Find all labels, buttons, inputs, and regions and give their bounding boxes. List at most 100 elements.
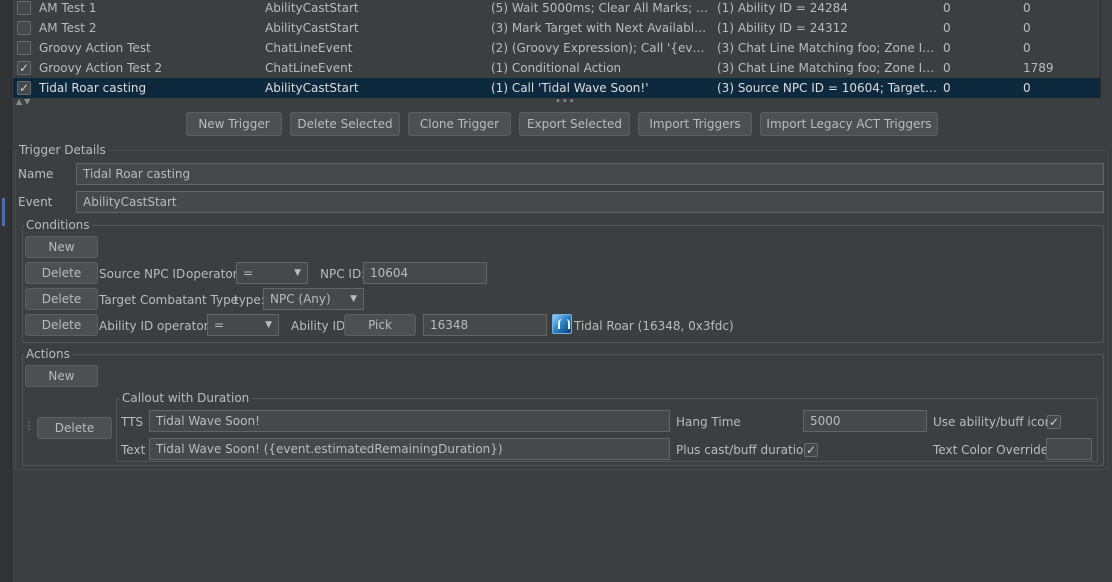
new-trigger-button[interactable]: New Trigger [186,112,282,136]
actions-title: Actions [24,347,72,361]
text-color-label: Text Color Override [933,443,1049,457]
type-label: type: [234,293,265,307]
condition-delete-button[interactable]: Delete [25,288,98,310]
name-field[interactable]: Tidal Roar casting [76,163,1104,185]
table-cell-name: AM Test 2 [39,21,97,35]
operator-select[interactable]: = ▼ [207,314,279,336]
operator-value: = [214,318,225,332]
event-field[interactable]: AbilityCastStart [76,191,1104,213]
condition-source-npc-title: Source NPC ID [99,267,186,281]
text-label: Text [121,443,146,457]
table-cell-event: AbilityCastStart [265,21,359,35]
trigger-table: AM Test 1 AbilityCastStart (5) Wait 5000ms… [13,0,1100,98]
tts-label: TTS [121,415,144,429]
text-color-field[interactable] [1046,438,1092,460]
table-cell-c1: 0 [943,1,951,15]
action-new-button[interactable]: New [25,365,98,387]
table-cell-event: AbilityCastStart [265,1,359,15]
delete-selected-button[interactable]: Delete Selected [290,112,400,136]
table-cell-conditions: (1) Ability ID = 24312 [717,21,848,35]
use-icon-label: Use ability/buff icon [933,415,1053,429]
table-cell-c1: 0 [943,21,951,35]
table-cell-conditions: (3) Source NPC ID = 10604; Target Com... [717,81,937,95]
chevron-down-icon: ▼ [265,320,272,330]
table-cell-actions: (5) Wait 5000ms; Clear All Marks; Mark .… [491,1,711,15]
plus-duration-label: Plus cast/buff duration [676,443,811,457]
conditions-title: Conditions [24,218,92,232]
table-cell-c1: 0 [943,41,951,55]
table-cell-name: Groovy Action Test 2 [39,61,163,75]
splitter-grip[interactable]: ••• [555,96,576,107]
import-legacy-act-button[interactable]: Import Legacy ACT Triggers [760,112,938,136]
condition-new-button[interactable]: New [25,236,98,258]
table-cell-event: AbilityCastStart [265,81,359,95]
splitter-collapse-arrows[interactable]: ▲▼ [16,97,32,106]
callout-title: Callout with Duration [120,391,252,405]
name-label: Name [18,167,54,181]
npc-id-label: NPC ID: [320,267,366,281]
trigger-details-title: Trigger Details [17,143,108,157]
type-value: NPC (Any) [270,292,331,306]
export-selected-button[interactable]: Export Selected [519,112,630,136]
row-enabled-checkbox[interactable] [17,21,31,35]
action-delete-button[interactable]: Delete [37,417,112,439]
table-row[interactable]: AM Test 1 AbilityCastStart (5) Wait 5000ms… [13,0,1100,18]
table-row[interactable]: ✓ Groovy Action Test 2 ChatLineEvent (1) Co… [13,58,1100,78]
table-cell-c2: 0 [1023,81,1031,95]
ability-name-label: Tidal Roar (16348, 0x3fdc) [574,319,734,333]
hang-time-field[interactable]: 5000 [803,410,927,432]
row-enabled-checkbox[interactable] [17,1,31,15]
table-cell-c2: 0 [1023,41,1031,55]
table-cell-name: AM Test 1 [39,1,97,15]
ability-id-label: Ability ID: [291,319,350,333]
table-cell-c2: 0 [1023,1,1031,15]
row-enabled-checkbox[interactable] [17,41,31,55]
row-enabled-checkbox[interactable]: ✓ [17,61,31,75]
chevron-down-icon: ▼ [294,268,301,278]
ability-icon [552,314,572,334]
table-cell-name: Tidal Roar casting [39,81,147,95]
event-label: Event [18,195,53,209]
hang-time-label: Hang Time [676,415,741,429]
table-cell-actions: (3) Mark Target with Next Available Atta… [491,21,711,35]
table-cell-actions: (2) (Groovy Expression); Call '{event.na… [491,41,711,55]
table-cell-conditions: (3) Chat Line Matching foo; Zone ID = 3.… [717,61,937,75]
condition-target-type-title: Target Combatant Type [99,293,239,307]
type-select[interactable]: NPC (Any) ▼ [263,288,364,310]
table-cell-c2: 1789 [1023,61,1054,75]
pick-button[interactable]: Pick [344,314,416,336]
table-row[interactable]: ✓ Tidal Roar casting AbilityCastStart (1) C… [13,78,1100,98]
condition-ability-id-title: Ability ID [99,319,154,333]
tts-field[interactable]: Tidal Wave Soon! [149,410,670,432]
condition-delete-button[interactable]: Delete [25,262,98,284]
gutter-marker [2,198,5,226]
operator-value: = [243,266,254,280]
table-row[interactable]: Groovy Action Test ChatLineEvent (2) (Groo… [13,38,1100,58]
table-cell-actions: (1) Conditional Action [491,61,622,75]
npc-id-field[interactable]: 10604 [363,262,487,284]
left-gutter [0,0,12,582]
table-cell-c1: 0 [943,81,951,95]
table-cell-c2: 0 [1023,21,1031,35]
table-cell-c1: 0 [943,61,951,75]
table-cell-name: Groovy Action Test [39,41,151,55]
clone-trigger-button[interactable]: Clone Trigger [408,112,511,136]
operator-label: operator: [157,319,213,333]
table-row[interactable]: AM Test 2 AbilityCastStart (3) Mark Target… [13,18,1100,38]
plus-duration-checkbox[interactable]: ✓ [804,443,818,457]
use-icon-checkbox[interactable]: ✓ [1047,415,1061,429]
operator-select[interactable]: = ▼ [236,262,308,284]
ability-id-field[interactable]: 16348 [423,314,547,336]
table-cell-actions: (1) Call 'Tidal Wave Soon!' [491,81,649,95]
condition-delete-button[interactable]: Delete [25,314,98,336]
table-cell-conditions: (1) Ability ID = 24284 [717,1,848,15]
table-cell-event: ChatLineEvent [265,61,353,75]
operator-label: operator: [186,267,242,281]
table-scrollbar[interactable] [1100,0,1112,98]
chevron-down-icon: ▼ [350,294,357,304]
table-cell-conditions: (3) Chat Line Matching foo; Zone ID = 3.… [717,41,937,55]
row-enabled-checkbox[interactable]: ✓ [17,81,31,95]
table-cell-event: ChatLineEvent [265,41,353,55]
import-triggers-button[interactable]: Import Triggers [638,112,752,136]
text-field[interactable]: Tidal Wave Soon! ({event.estimatedRemain… [149,438,670,460]
